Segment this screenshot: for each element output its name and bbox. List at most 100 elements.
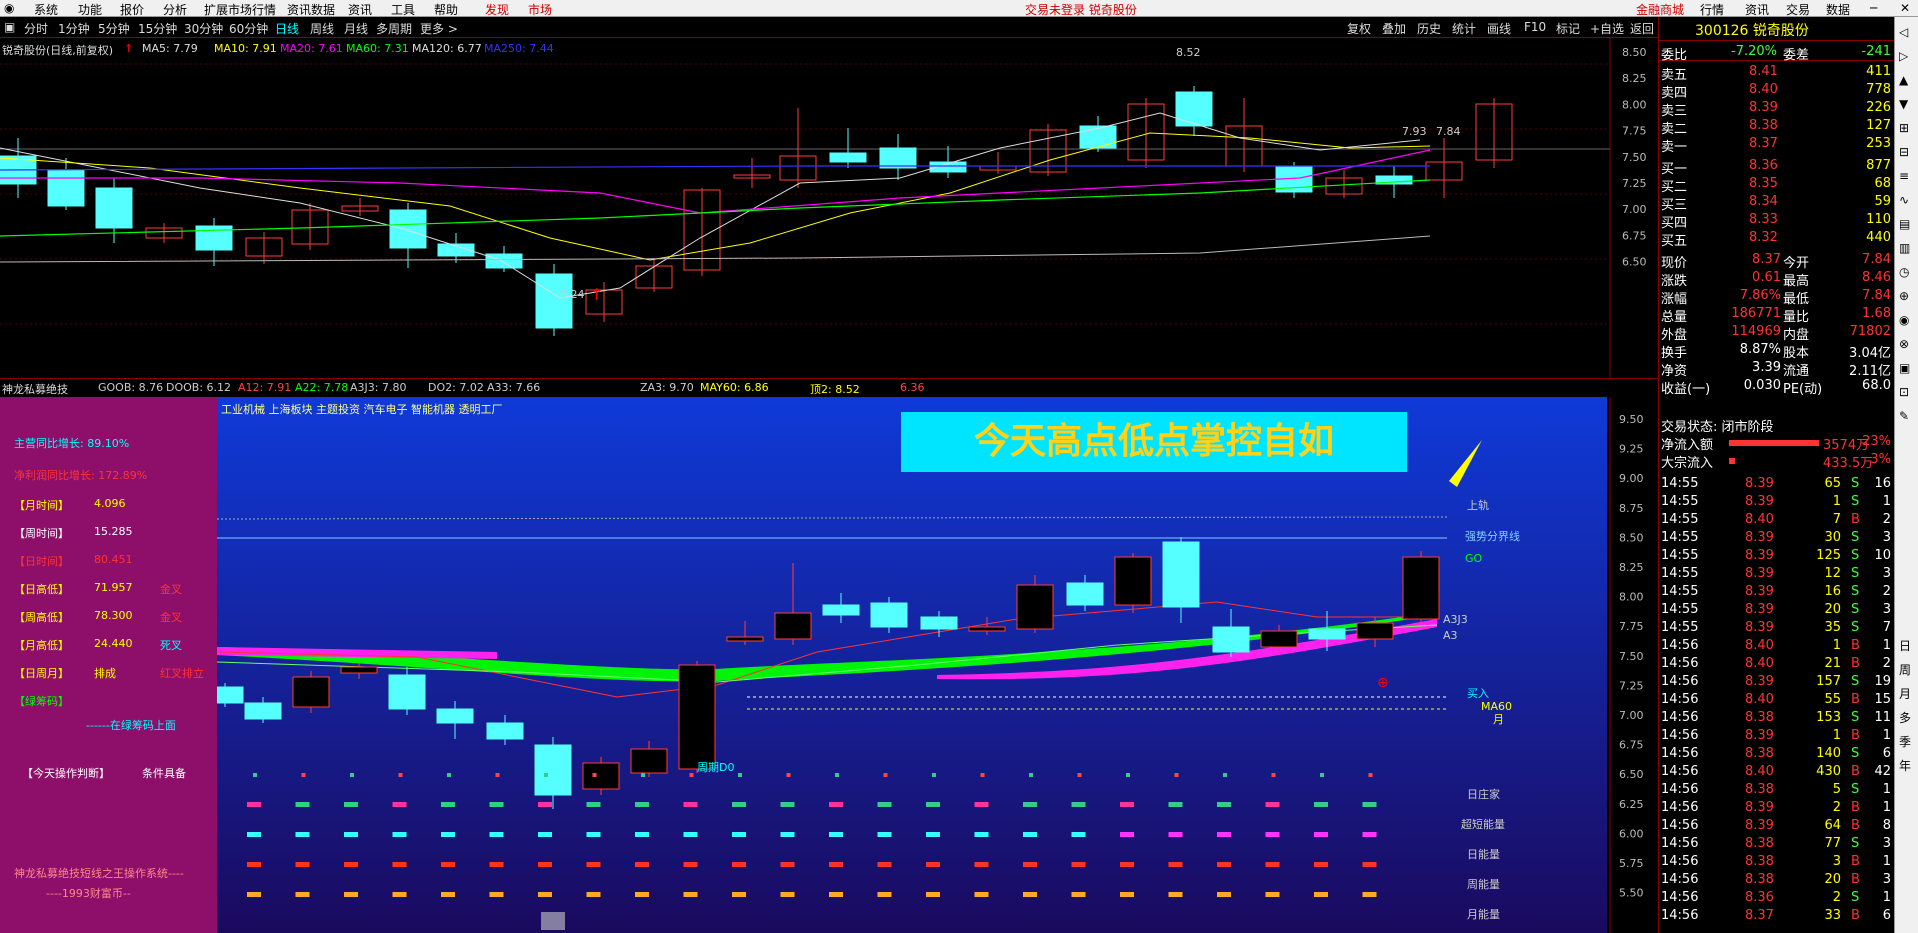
period-fenshi[interactable]: 分时: [24, 20, 48, 37]
sidebar-period[interactable]: 月: [1899, 685, 1911, 702]
sidebar-tool-icon[interactable]: ▤: [1899, 217, 1910, 231]
tab-news[interactable]: 资讯: [1745, 1, 1769, 18]
menu-system[interactable]: 系统: [34, 1, 58, 18]
signal-dot: [447, 773, 451, 777]
period-more[interactable]: 更多 >: [420, 20, 458, 37]
tick-row: 14:56 8.39 2 B 1: [1659, 799, 1895, 817]
app-logo-icon[interactable]: ◉: [4, 1, 14, 15]
menu-quote[interactable]: 报价: [120, 1, 144, 18]
menu-infodata[interactable]: 资讯数据: [287, 1, 335, 18]
sidebar-tool-icon[interactable]: ⊞: [1899, 121, 1909, 135]
sidebar-period[interactable]: 多: [1899, 709, 1911, 726]
stat-value: 7.86%: [1739, 288, 1781, 303]
signal-bar: [926, 802, 940, 807]
period-multi[interactable]: 多周期: [376, 20, 412, 37]
period-60m[interactable]: 60分钟: [229, 20, 268, 37]
sub-price-tick: 6.25: [1619, 798, 1644, 811]
tb-overlay[interactable]: 叠加: [1382, 20, 1406, 37]
menu-tools[interactable]: 工具: [391, 1, 415, 18]
period-5m[interactable]: 5分钟: [98, 20, 130, 37]
period-week[interactable]: 周线: [310, 20, 334, 37]
sidebar-tool-icon[interactable]: ▥: [1899, 241, 1910, 255]
tb-back[interactable]: 返回: [1630, 20, 1654, 37]
ind-extra: 6.36: [900, 381, 925, 394]
sidebar-tool-icon[interactable]: ▣: [1899, 361, 1910, 375]
sidebar-tool-icon[interactable]: ◁: [1899, 25, 1908, 39]
sidebar-tool-icon[interactable]: ✎: [1899, 409, 1909, 423]
tab-market[interactable]: 行情: [1700, 1, 1724, 18]
lp-day-hl-value: 71.957: [94, 581, 133, 594]
close-icon[interactable]: ✕: [1900, 1, 1910, 15]
signal-bar: [247, 832, 261, 837]
sidebar-tool-icon[interactable]: ◷: [1899, 265, 1909, 279]
stat-value: 8.37: [1752, 252, 1781, 267]
minimize-icon[interactable]: ─: [1870, 1, 1877, 15]
tab-trade[interactable]: 交易: [1786, 1, 1810, 18]
tb-favorite[interactable]: +自选: [1590, 20, 1624, 37]
period-day[interactable]: 日线: [275, 20, 299, 37]
scroll-handle[interactable]: [541, 912, 565, 930]
period-1m[interactable]: 1分钟: [58, 20, 90, 37]
signal-bar: [1168, 802, 1183, 807]
info-panel: 主营同比增长: 89.10% 净利润同比增长: 172.89% 【月时间】 4.0…: [0, 397, 217, 933]
sidebar-period[interactable]: 年: [1899, 757, 1911, 774]
tab-mall[interactable]: 金融商城: [1636, 1, 1684, 18]
period-icon[interactable]: ▣: [4, 20, 15, 34]
signal-bar: [974, 802, 989, 807]
sidebar-period[interactable]: 季: [1899, 733, 1911, 750]
tb-draw[interactable]: 画线: [1487, 20, 1511, 37]
menu-discover[interactable]: 发现: [485, 1, 509, 18]
candle-body: [1162, 541, 1200, 608]
tick-count: 7: [1882, 620, 1891, 635]
sidebar-tool-icon[interactable]: ∿: [1899, 193, 1909, 207]
signal-bar: [247, 802, 261, 807]
candle-body: [1356, 622, 1394, 640]
sidebar-period[interactable]: 日: [1899, 637, 1911, 654]
tb-f10[interactable]: F10: [1524, 20, 1546, 34]
menu-analysis[interactable]: 分析: [163, 1, 187, 18]
tb-mark[interactable]: 标记: [1556, 20, 1580, 37]
sidebar-tool-icon[interactable]: ⊗: [1899, 337, 1909, 351]
menu-market[interactable]: 市场: [528, 1, 552, 18]
tab-data[interactable]: 数据: [1826, 1, 1850, 18]
sidebar-tool-icon[interactable]: ⊟: [1899, 145, 1909, 159]
sidebar-tool-icon[interactable]: ≡: [1899, 169, 1909, 183]
candle-body: [1066, 582, 1104, 606]
bigflow-pct: 3%: [1870, 452, 1891, 467]
stat-row: 现价 8.37 今开 7.84: [1659, 251, 1895, 271]
tick-row: 14:55 8.39 30 S 3: [1659, 529, 1895, 547]
sidebar-tool-icon[interactable]: ⊕: [1899, 289, 1909, 303]
bid-row: 买二 8.35 68: [1659, 175, 1895, 195]
sidebar-tool-icon[interactable]: ▷: [1899, 49, 1908, 63]
sidebar-tool-icon[interactable]: ▼: [1899, 97, 1908, 111]
menu-function[interactable]: 功能: [78, 1, 102, 18]
tick-volume: 7: [1832, 512, 1841, 527]
sub-price-tick: 7.25: [1619, 679, 1644, 692]
signal-bar: [1120, 862, 1134, 867]
indicator-chart[interactable]: 今天高点低点掌控自如 工业机械 上海板块 主题投资 汽车电子 智能机器 透明工厂…: [217, 397, 1607, 933]
signal-bar: [683, 802, 698, 807]
menu-info[interactable]: 资讯: [348, 1, 372, 18]
tb-fuquan[interactable]: 复权: [1347, 20, 1371, 37]
sidebar-tool-icon[interactable]: ◉: [1899, 313, 1909, 327]
tick-volume: 125: [1816, 548, 1841, 563]
tb-history[interactable]: 历史: [1417, 20, 1441, 37]
indicator-name[interactable]: 神龙私募绝技: [2, 381, 68, 397]
period-15m[interactable]: 15分钟: [138, 20, 177, 37]
tb-stats[interactable]: 统计: [1452, 20, 1476, 37]
menu-extended[interactable]: 扩展市场行情: [204, 1, 276, 18]
overlay-label: 周能量: [1467, 877, 1500, 891]
signal-bar: [441, 892, 455, 897]
sidebar-tool-icon[interactable]: ⊡: [1899, 385, 1909, 399]
sidebar-period[interactable]: 周: [1899, 661, 1911, 678]
period-month[interactable]: 月线: [344, 20, 368, 37]
kline-chart[interactable]: ↑ 8.52 6.24 7.93 7.84 8.50 8.25 8.00 7.75 7.…: [0, 38, 1658, 378]
menu-help[interactable]: 帮助: [434, 1, 458, 18]
sidebar-tool-icon[interactable]: ▲: [1899, 73, 1908, 87]
period-30m[interactable]: 30分钟: [184, 20, 223, 37]
quote-panel: 300126 锐奇股份 委比 -7.20% 委差 -241 卖五 8.41 411 卖四 8.…: [1658, 17, 1895, 933]
tick-count: 8: [1882, 818, 1891, 833]
lp-system-title: 神龙私募绝技短线之王操作系统----: [14, 867, 184, 880]
overlay-label: 周期D0: [697, 761, 734, 774]
tick-time: 14:56: [1661, 782, 1699, 797]
